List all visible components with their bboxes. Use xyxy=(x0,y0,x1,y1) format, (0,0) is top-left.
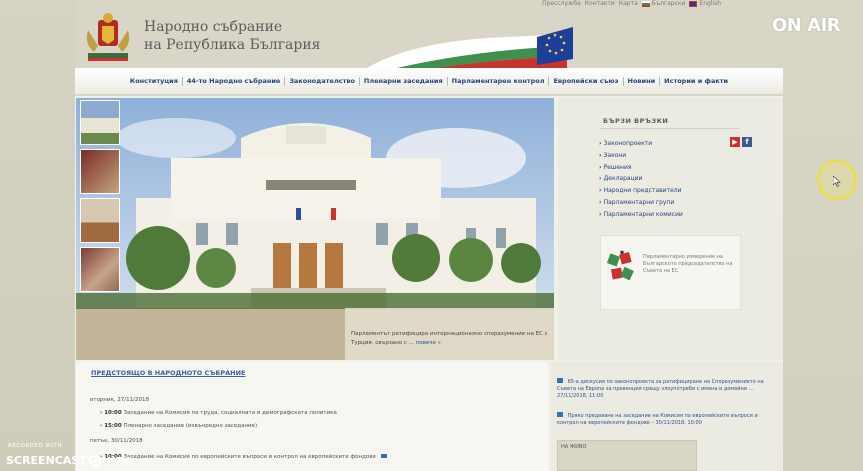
nav-item-news[interactable]: Новини xyxy=(624,76,661,86)
hero-thumbnails xyxy=(80,100,122,306)
onair-text: ON AIR xyxy=(772,15,841,36)
event-time: 10:00 xyxy=(104,410,122,416)
site-header: Народно събрание на Република България П… xyxy=(75,0,783,68)
lang-bg-label: Български xyxy=(651,0,686,7)
lang-en[interactable]: English xyxy=(689,0,721,7)
top-links: Пресслужба Контакти Карта Български Engl… xyxy=(542,0,721,7)
quick-links-list: Законопроекти Закони Решения Декларации … xyxy=(599,138,683,221)
site-title-line1: Народно събрание xyxy=(144,19,283,35)
watermark-suffix: MATIC xyxy=(102,456,131,465)
nav-item-44th-assembly[interactable]: 44-то Народно събрание xyxy=(183,76,286,86)
youtube-icon[interactable]: ▶ xyxy=(730,137,740,147)
nav-item-legislation[interactable]: Законодателство xyxy=(285,76,360,86)
eu-flag-icon xyxy=(537,27,573,65)
hero-caption-text: Парламентът ратифицира интернационално с… xyxy=(351,331,548,346)
facebook-icon[interactable]: f xyxy=(742,137,752,147)
news-item-text: 65-а дискусия по законопроекта за ратифи… xyxy=(557,379,764,399)
video-icon xyxy=(557,412,563,417)
screencast-logo-icon xyxy=(88,454,101,467)
event-text: Пленарно заседание (извънредно заседание… xyxy=(123,423,258,429)
nav-item-constitution[interactable]: Конституция xyxy=(126,76,183,86)
event-time: 15:00 xyxy=(104,423,122,429)
upcoming-event[interactable]: 10:00 Заседание на Комисия по европейски… xyxy=(100,454,387,460)
news-item-1[interactable]: 65-а дискусия по законопроекта за ратифи… xyxy=(557,378,772,400)
upcoming-day-2: петък, 30/11/2018 xyxy=(90,438,143,444)
top-link-press[interactable]: Пресслужба xyxy=(542,0,581,7)
upcoming-event[interactable]: 15:00 Пленарно заседание (извънредно зас… xyxy=(100,423,257,429)
event-text: Заседание на Комисия по европейските въп… xyxy=(123,454,376,460)
thumbnail-3[interactable] xyxy=(80,198,120,243)
eu-presidency-banner[interactable]: Парламентарно измерение на Българското п… xyxy=(600,235,741,310)
live-video-label: НА ЖИВО xyxy=(561,444,587,450)
nav-item-eu[interactable]: Европейски съюз xyxy=(549,76,624,86)
news-item-2[interactable]: Пряко предаване на заседание на Комисия … xyxy=(557,412,772,427)
coat-of-arms-icon[interactable] xyxy=(80,10,136,64)
quick-links-title: БЪРЗИ ВРЪЗКИ xyxy=(603,117,669,125)
eu2018bg-logo-icon xyxy=(606,250,634,281)
top-link-contacts[interactable]: Контакти xyxy=(585,0,615,7)
page-background-left xyxy=(0,0,75,471)
video-icon xyxy=(557,378,563,383)
top-link-map[interactable]: Карта xyxy=(619,0,638,7)
hero-caption[interactable]: Парламентът ратифицира интернационално с… xyxy=(345,308,554,360)
nav-item-control[interactable]: Парламентарен контрол xyxy=(448,76,550,86)
quick-link-committees[interactable]: Парламентарни комисии xyxy=(599,209,683,221)
bg-flag-icon xyxy=(641,0,650,7)
lang-bg[interactable]: Български xyxy=(641,0,686,7)
quick-link-laws[interactable]: Закони xyxy=(599,150,683,162)
arrow-right-icon: » xyxy=(437,340,442,346)
upcoming-day-1: вторник, 27/11/2018 xyxy=(90,397,149,403)
thumbnail-4[interactable] xyxy=(80,247,120,292)
nav-item-history[interactable]: Истории и факти xyxy=(660,77,732,86)
quick-link-bills[interactable]: Законопроекти xyxy=(599,138,683,150)
quick-link-groups[interactable]: Парламентарни групи xyxy=(599,197,683,209)
upcoming-title[interactable]: ПРЕДСТОЯЩО В НАРОДНОТО СЪБРАНИЕ xyxy=(91,369,245,377)
event-text: Заседание на Комисия по труда, социалнат… xyxy=(123,410,337,416)
onair-logo[interactable]: ON AIR xyxy=(772,15,841,36)
quick-link-declarations[interactable]: Декларации xyxy=(599,173,683,185)
screencast-watermark: SCREENCAST MATIC xyxy=(6,454,131,467)
watermark-recorded: RECORDED WITH xyxy=(8,443,63,449)
upcoming-event[interactable]: 10:00 Заседание на Комисия по труда, соц… xyxy=(100,410,337,416)
site-title[interactable]: Народно събрание на Република България xyxy=(144,18,321,54)
lang-en-label: English xyxy=(699,0,722,7)
hero-more-link[interactable]: повече xyxy=(416,340,436,346)
quick-link-mps[interactable]: Народни представители xyxy=(599,185,683,197)
social-icons: ▶ f xyxy=(730,137,752,147)
watermark-brand: SCREENCAST xyxy=(6,454,87,467)
banner-text: Парламентарно измерение на Българското п… xyxy=(643,254,733,274)
news-item-text: Пряко предаване на заседание на Комисия … xyxy=(557,413,758,426)
quick-links-divider xyxy=(600,128,740,129)
mouse-cursor-icon xyxy=(833,176,841,187)
video-icon[interactable] xyxy=(380,454,387,458)
main-nav: Конституция 44-то Народно събрание Закон… xyxy=(75,68,783,96)
nav-item-plenary[interactable]: Пленарни заседания xyxy=(360,76,448,86)
quick-link-decisions[interactable]: Решения xyxy=(599,162,683,174)
page-background-right xyxy=(783,0,863,471)
thumbnail-2[interactable] xyxy=(80,149,120,194)
site-title-line2: на Република България xyxy=(144,37,321,53)
uk-flag-icon xyxy=(689,0,698,7)
thumbnail-1[interactable] xyxy=(80,100,120,145)
